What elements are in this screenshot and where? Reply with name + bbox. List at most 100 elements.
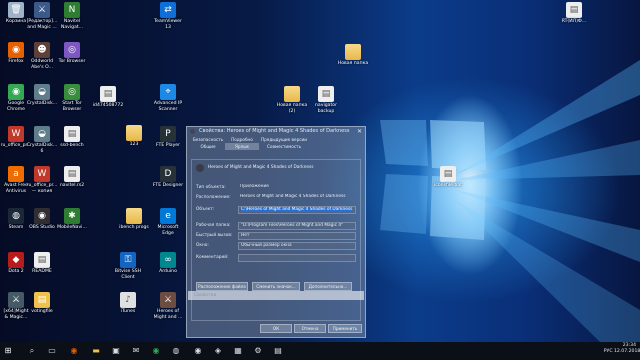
dialog-titlebar[interactable]: Свойства: Heroes of Might and Magic 4 Sh… [187,127,365,136]
field-value[interactable]: "D:\Program Files\Heroes of Might and Ma… [238,222,356,230]
desktop-icon-mobilenav[interactable]: ✱ MobileNavi... [52,208,92,231]
taskbar-task-view-icon[interactable]: ▭ [46,345,58,357]
desktop-icon-teamviewer[interactable]: ⇄ TeamViewer 13 [148,2,188,30]
tab-general[interactable]: Общие [191,143,225,150]
tab-security[interactable]: Безопасность [191,136,225,143]
redaktor-icon: ⚔ [34,2,50,18]
desktop-icon-starttor[interactable]: ◎ Start Tor Browser [52,84,92,112]
taskbar-app4-icon[interactable]: ▤ [272,345,284,357]
field-row: Быстрый вызов: Нет [196,232,356,240]
tab-compatibility[interactable]: Совместимость [259,143,309,150]
taskbar-chrome-icon[interactable]: ◉ [150,345,162,357]
apply-button[interactable]: Применить [328,324,362,333]
taskbar-steam-icon[interactable]: ◍ [170,345,182,357]
field-value: Приложение [240,184,269,189]
cancel-button[interactable]: Отмена [294,324,326,333]
field-value[interactable]: Обычный размер окна [238,242,356,250]
desktop-icon-label: Heroes of Might and ... [153,309,183,320]
desktop-icon-tor[interactable]: ◎ Tor Browser [52,42,92,65]
properties-dialog: Свойства: Heroes of Might and Magic 4 Sh… [186,126,366,338]
tab-row-1: Безопасность Подробно Предыдущие версии [187,136,365,143]
desktop-icon-arduino[interactable]: ∞ Arduino [148,252,188,275]
field-row: Расположение: Heroes of Might and Magic 4… [196,194,356,201]
taskbar-mail-icon[interactable]: ✉ [130,345,142,357]
field-value: Heroes of Might and Magic 4 Shades of Da… [240,194,346,199]
field-row: Объект: C:\Heroes of Might and Magic 4 Sh… [196,206,356,214]
taskbar-start-icon[interactable]: ⊞ [2,345,14,357]
oddworld-icon: ☻ [34,42,50,58]
taskbar-search-icon[interactable]: ⌕ [26,345,38,357]
taskbar-app3-icon[interactable]: ⚙ [252,345,264,357]
desktop-icon-rt-file[interactable]: ▤ RT(ИЛ)Ф... [554,2,594,25]
tab-previous-versions[interactable]: Предыдущие версии [259,136,309,143]
desktop-icon-adv-ip[interactable]: ⌖ Advanced IP Scanner [148,84,188,112]
desktop-icon-navitel-nav[interactable]: N Navitel Navigat... [52,2,92,30]
dialog-title: Свойства: Heroes of Might and Magic 4 Sh… [199,128,350,134]
advanced-button[interactable]: Дополнительно... [304,282,352,291]
properties-hover-bar: Свойства [188,291,364,300]
desktop-icon-navigator-backup[interactable]: ▤ navigator backup [306,86,346,114]
tab-details[interactable]: Подробно [225,136,259,143]
itunes-icon: ♪ [120,292,136,308]
desktop-icon-ssd-bench[interactable]: ▤ ssd-bench [52,126,92,149]
desktop-icon-fte-designer[interactable]: D FTE Designer [148,166,188,189]
field-label: Окно: [196,243,209,248]
desktop-icon-readme[interactable]: ▤ README [22,252,62,275]
taskbar-explorer-icon[interactable]: ▬ [90,345,102,357]
desktop-icon-label: Новая папка [337,61,369,66]
desktop-icon-label: RT(ИЛ)Ф... [561,19,587,24]
desktop-icon-label: id474508772 [92,103,124,108]
system-tray[interactable]: РУС 23:34 12.07.2018 [604,343,640,355]
taskbar-store-icon[interactable]: ▣ [110,345,122,357]
msedge-icon: e [160,208,176,224]
navitel-rs2-icon: ▤ [64,166,80,182]
readme-icon: ▤ [34,252,50,268]
field-label: Расположение: [196,195,231,200]
language-indicator[interactable]: РУС [604,349,613,354]
desktop-icon-nova-papka[interactable]: Новая папка [333,44,373,67]
tab-row-2: Общие Ярлык Совместимость [187,143,365,150]
obs-icon: ◉ [34,208,50,224]
open-file-location-button[interactable]: Расположение файла [196,282,248,291]
teamviewer-icon: ⇄ [160,2,176,18]
desktop-icon-votingfile[interactable]: ▤ votingfile [22,292,62,315]
taskbar-app1-icon[interactable]: ◈ [212,345,224,357]
nova-papka-icon [345,44,361,60]
desktop-icon-navitel-rs2[interactable]: ▤ navitel.rs2 [52,166,92,189]
taskbar-app2-icon[interactable]: ▦ [232,345,244,357]
desktop-icon-heroes[interactable]: ⚔ Heroes of Might and ... [148,292,188,320]
desktop-icon-label: Bitvise SSH Client [114,269,142,280]
fte-designer-icon: D [160,166,176,182]
field-label: Объект: [196,207,215,212]
change-icon-button[interactable]: Сменить значок... [252,282,300,291]
desktop-icon-label: README [32,269,52,274]
desktop-icon-label: Tor Browser [58,59,86,64]
ok-button[interactable]: ОК [260,324,292,333]
field-row: Рабочая папка: "D:\Program Files\Heroes o… [196,222,356,230]
desktop-icon-id474[interactable]: ▤ id474508772 [88,86,128,109]
desktop-icon-fte-player[interactable]: P FTE Player [148,126,188,149]
desktop-icon-label: Start Tor Browser [62,101,82,112]
n123-icon [126,125,142,141]
desktop-icon-bitvise[interactable]: ⚿ Bitvise SSH Client [108,252,148,280]
ssd-bench-icon: ▤ [64,126,80,142]
field-value[interactable] [238,254,356,262]
votingfile-icon: ▤ [34,292,50,308]
ru-office-copy-icon: W [34,166,50,182]
taskbar: ⊞ ⌕ ▭ ◉ ▬ ▣ ✉ ◉ ◍ ◉ ◈ ▦ ⚙ ▤ РУС 23:34 12.07.2018 [0,342,640,360]
taskbar-obs-icon[interactable]: ◉ [192,345,204,357]
field-value[interactable]: Нет [238,232,356,240]
desktop-icon-label: Advanced IP Scanner [153,101,183,112]
field-label: Быстрый вызов: [196,233,233,238]
desktop-icon-itunes[interactable]: ♪ iTunes [108,292,148,315]
desktop-icon-msedge[interactable]: e Microsoft Edge [148,208,188,236]
field-value[interactable]: C:\Heroes of Might and Magic 4 Shades of… [238,206,356,214]
close-icon[interactable]: ✕ [357,127,362,136]
navigator-backup-icon: ▤ [318,86,334,102]
desktop-icon-iconsfile[interactable]: ▤ iconsfile.bat [428,166,468,189]
tab-shortcut[interactable]: Ярлык [225,143,259,150]
desktop-icon-label: ssd-bench [60,143,84,148]
taskbar-firefox-icon[interactable]: ◉ [68,345,80,357]
navitel-nav-icon: N [64,2,80,18]
ibench-icon [126,208,142,224]
